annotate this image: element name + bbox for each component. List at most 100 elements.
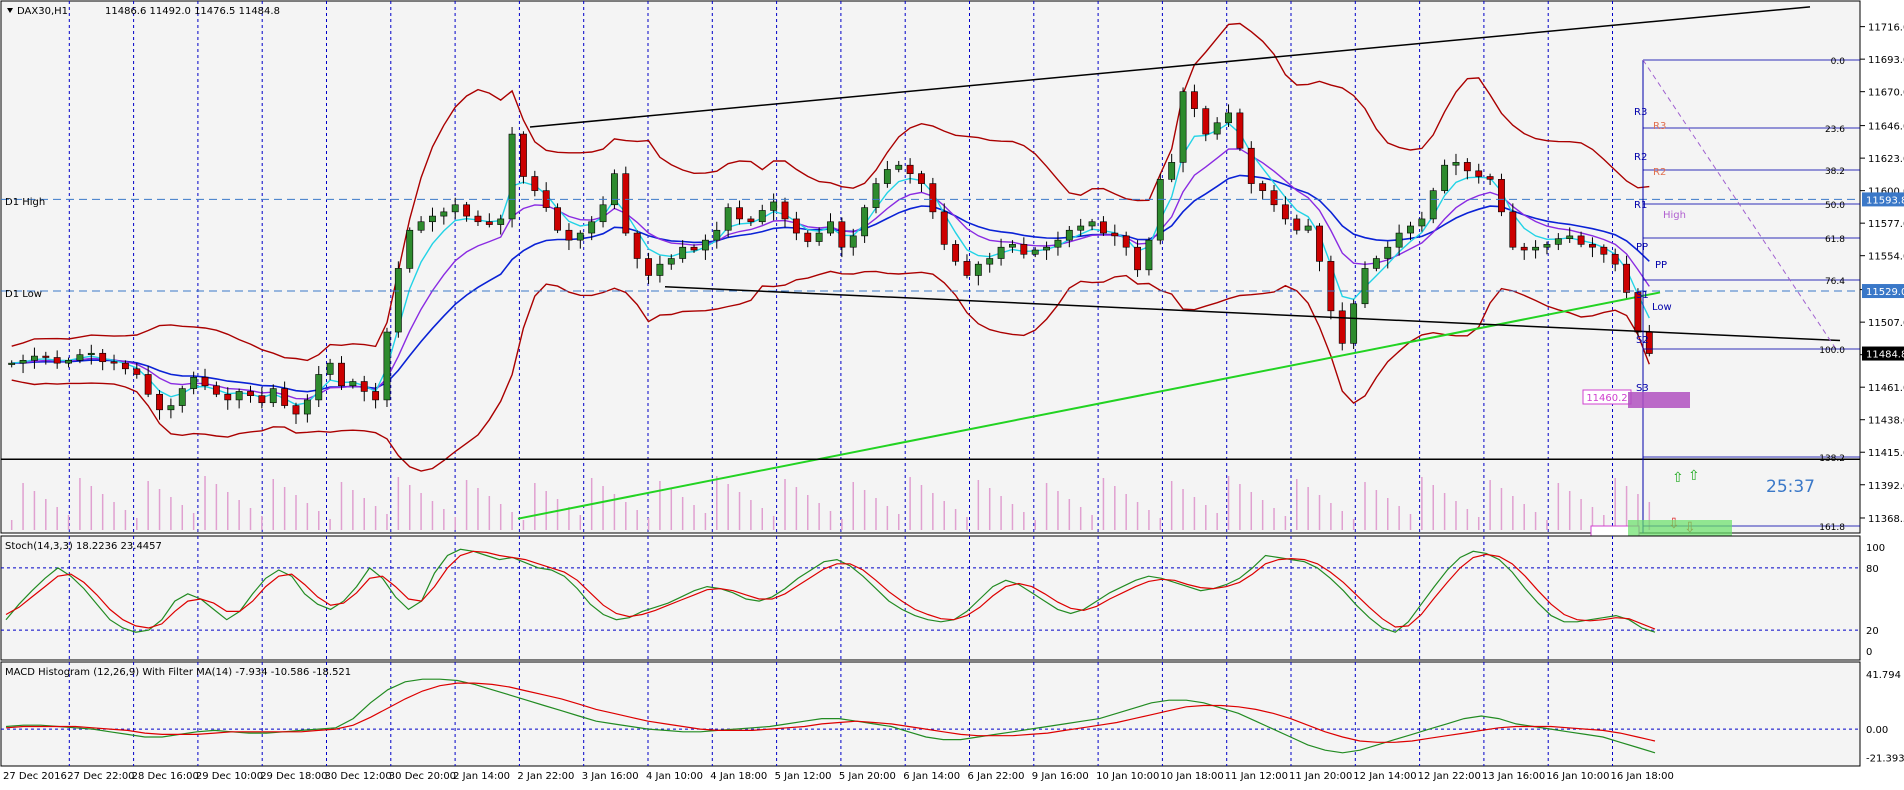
candle-body (724, 207, 732, 231)
pivot-high-label: High (1663, 210, 1686, 221)
candle-body (1577, 235, 1585, 245)
candle-body (781, 201, 789, 220)
price-pane[interactable] (0, 0, 1861, 534)
time-tick-label: 27 Dec 2016 (3, 771, 67, 782)
stochastic-pane[interactable] (0, 535, 1861, 661)
candle-body (1532, 246, 1540, 251)
fib-161-label: 161.8 (1819, 523, 1845, 533)
candle-body (1600, 246, 1608, 255)
fib-100-label: 100.0 (1819, 346, 1845, 356)
time-tick-label: 30 Dec 12:00 (325, 771, 392, 782)
candle-body (872, 183, 880, 208)
candle-body (247, 391, 254, 396)
pivot-pp-label: PP (1636, 242, 1648, 253)
candle-body (1134, 246, 1141, 271)
fib-23-label: 23.6 (1825, 125, 1845, 135)
candle-body (1213, 122, 1221, 135)
price-tag-label: 11484.8 (1866, 350, 1904, 361)
time-tick-label: 11 Jan 12:00 (1225, 771, 1288, 782)
candle-body (1225, 112, 1232, 124)
candle-body (929, 183, 937, 213)
candle-body (303, 399, 311, 415)
candle-body (895, 164, 903, 170)
fib-0-label: 0.0 (1831, 57, 1846, 67)
stoch-tick-label: 80 (1866, 564, 1879, 575)
candle-body (554, 207, 561, 231)
candle-body (8, 362, 16, 365)
candle-body (326, 362, 334, 375)
price-tick-label: 11415.0 (1868, 448, 1904, 459)
candle-body (758, 210, 766, 223)
price-tick-label: 11368.5 (1868, 514, 1904, 525)
time-tick-label: 12 Jan 14:00 (1353, 771, 1416, 782)
macd-label: MACD Histogram (12,26,9) With Filter MA(… (5, 667, 351, 678)
price-tick-label: 11623.0 (1868, 154, 1904, 165)
candle-body (770, 201, 778, 211)
candle-body (224, 393, 232, 401)
time-tick-label: 30 Dec 20:00 (389, 771, 456, 782)
price-tick-label: 11693.0 (1868, 55, 1904, 66)
candle-body (281, 388, 289, 406)
price-tag-label: 11529.0 (1866, 287, 1904, 298)
candle-body (804, 232, 812, 242)
price-tag-label: 11593.8 (1866, 195, 1904, 206)
candle-body (190, 376, 198, 389)
candle-body (599, 204, 607, 223)
candle-body (417, 221, 425, 231)
fib-76-label: 76.4 (1825, 277, 1845, 287)
up-arrow-icon: ⇧ (1672, 470, 1684, 486)
candle-body (53, 357, 61, 364)
candle-body (1589, 244, 1596, 248)
candle-body (792, 218, 800, 234)
time-tick-label: 3 Jan 16:00 (582, 771, 639, 782)
candle-body (531, 176, 539, 191)
price-tick-label: 11646.0 (1868, 122, 1904, 133)
candle-body (838, 221, 846, 248)
time-axis[interactable]: 27 Dec 2016 27 Dec 22:0028 Dec 16:0029 De… (3, 771, 1674, 782)
candle-body (1407, 225, 1414, 234)
candle-body (1009, 244, 1016, 248)
candle-body (508, 133, 516, 220)
candle-body (1520, 246, 1528, 251)
stoch-tick-label: 0 (1866, 647, 1872, 658)
time-tick-label: 5 Jan 20:00 (839, 771, 896, 782)
time-tick-label: 16 Jan 18:00 (1611, 771, 1674, 782)
candle-body (1611, 253, 1619, 265)
candle-body (1441, 164, 1449, 191)
candle-body (701, 239, 709, 251)
pivot-s1-label: S1 (1636, 290, 1649, 301)
chart-canvas[interactable]: ⇧⇧⇩⇩11413.3 DAX30,H1 11486.6 11492.0 114… (0, 0, 1904, 786)
candle-body (1077, 225, 1085, 231)
pivot-pp-label-2: PP (1655, 260, 1667, 271)
time-tick-label: 10 Jan 18:00 (1160, 771, 1223, 782)
candle-body (1088, 221, 1096, 227)
candle-body (1122, 235, 1130, 248)
bar-timer: 25:37 (1766, 477, 1815, 497)
time-tick-label: 5 Jan 12:00 (775, 771, 832, 782)
candle-body (827, 221, 834, 234)
price-tick-label: 11438.0 (1868, 416, 1904, 427)
fib-50-label: 50.0 (1825, 201, 1845, 211)
candle-body (963, 261, 971, 276)
candle-body (65, 360, 72, 364)
ohlc-readout: 11486.6 11492.0 11476.5 11484.8 (105, 6, 280, 17)
candle-body (1429, 190, 1437, 220)
stoch-tick-label: 100 (1866, 543, 1885, 554)
time-tick-label: 6 Jan 22:00 (968, 771, 1025, 782)
zone-11460-label: 11460.2 (1586, 393, 1627, 404)
candle-body (1190, 91, 1198, 109)
candle-body (349, 381, 357, 387)
candle-body (713, 229, 721, 241)
time-tick-label: 10 Jan 10:00 (1096, 771, 1159, 782)
candle-body (918, 173, 925, 184)
pivot-low-label: Low (1652, 302, 1672, 313)
candle-body (19, 360, 27, 364)
price-tick-label: 11554.0 (1868, 252, 1904, 263)
trading-chart-window: ⇧⇧⇩⇩11413.3 DAX30,H1 11486.6 11492.0 114… (0, 0, 1904, 786)
time-tick-label: 9 Jan 16:00 (1032, 771, 1089, 782)
d1-high-label: D1 High (5, 197, 45, 208)
time-tick-label: 4 Jan 10:00 (646, 771, 703, 782)
candle-body (1452, 162, 1460, 166)
candle-body (747, 218, 755, 223)
candle-body (1304, 225, 1312, 231)
